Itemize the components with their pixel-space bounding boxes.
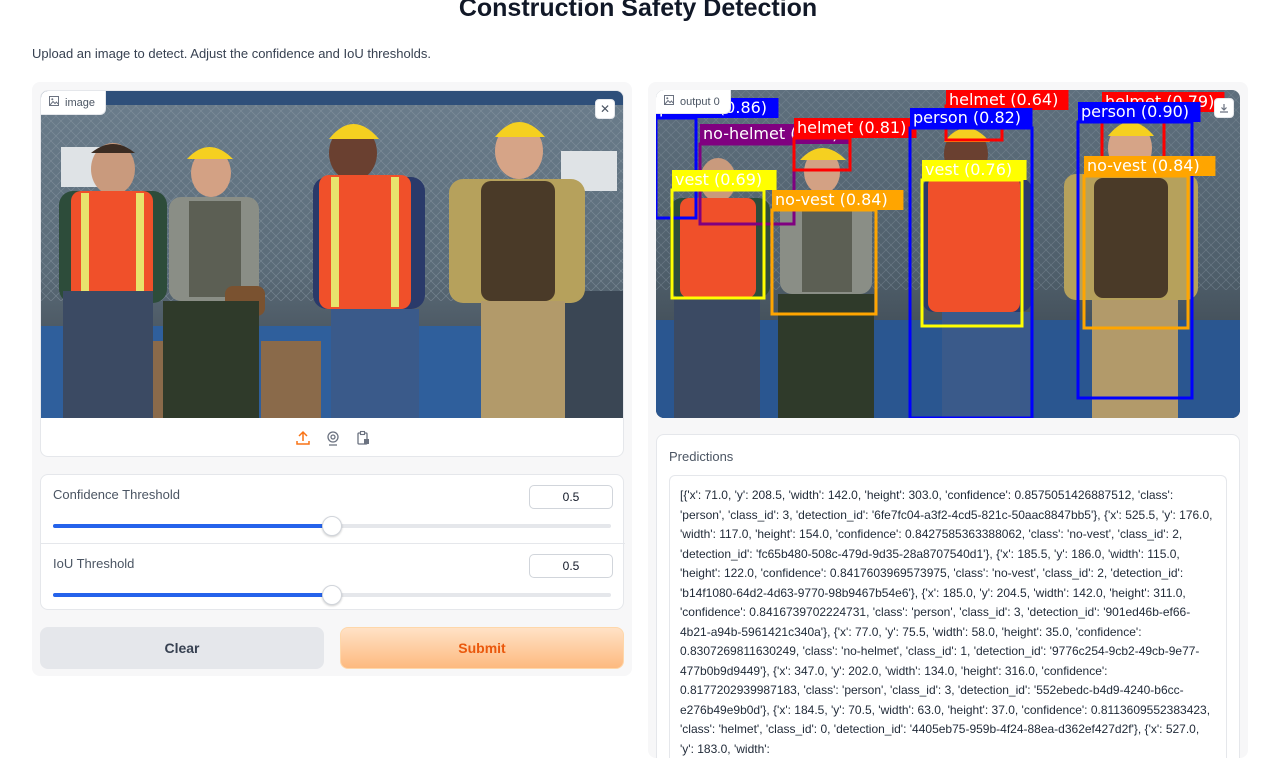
source-selector xyxy=(41,418,623,456)
output-panel: output 0 (0.86) no-helmet (0.83) helmet … xyxy=(648,82,1248,758)
output-image-label-text: output 0 xyxy=(680,95,720,108)
iou-fill xyxy=(53,593,332,597)
download-icon[interactable] xyxy=(1214,98,1234,118)
output-image-label: output 0 xyxy=(656,90,731,114)
iou-label: IoU Threshold xyxy=(53,556,135,571)
input-photo xyxy=(41,91,623,418)
iou-input[interactable]: 0.5 xyxy=(529,554,613,578)
page-title: Construction Safety Detection xyxy=(458,0,818,22)
detection-label: person (0.82) xyxy=(913,108,1021,127)
page-description: Upload an image to detect. Adjust the co… xyxy=(32,46,431,61)
detection-overlay: person (0.86)no-helmet (0.83)helmet (0.8… xyxy=(656,90,1240,418)
confidence-thumb[interactable] xyxy=(322,516,342,536)
clipboard-icon[interactable] xyxy=(354,429,372,447)
detection-label: no-vest (0.84) xyxy=(775,190,888,209)
iou-thumb[interactable] xyxy=(322,585,342,605)
detection-label: person (0.90) xyxy=(1081,102,1189,121)
image-input-label: image xyxy=(41,91,106,115)
detection-label: helmet (0.81) xyxy=(797,118,906,137)
close-icon[interactable]: ✕ xyxy=(595,99,615,119)
clear-button[interactable]: Clear xyxy=(40,627,324,669)
input-panel: image ✕ Confidence Threshold 0.5 IoU Thr… xyxy=(32,82,632,676)
confidence-slider: Confidence Threshold 0.5 xyxy=(41,475,625,543)
iou-track[interactable] xyxy=(53,585,611,605)
image-icon xyxy=(664,95,674,108)
predictions-textbox[interactable]: [{'x': 71.0, 'y': 208.5, 'width': 142.0,… xyxy=(669,475,1227,758)
app-page: Construction Safety Detection Upload an … xyxy=(0,0,1276,758)
detection-label: no-vest (0.84) xyxy=(1087,156,1200,175)
detection-label: vest (0.69) xyxy=(675,170,762,189)
image-icon xyxy=(49,96,59,109)
submit-button[interactable]: Submit xyxy=(340,627,624,669)
confidence-fill xyxy=(53,524,332,528)
predictions-label: Predictions xyxy=(669,449,734,464)
webcam-icon[interactable] xyxy=(324,429,342,447)
threshold-controls: Confidence Threshold 0.5 IoU Threshold 0… xyxy=(40,474,625,611)
confidence-track[interactable] xyxy=(53,516,611,536)
output-image: output 0 (0.86) no-helmet (0.83) helmet … xyxy=(656,90,1240,418)
detection-label: helmet (0.64) xyxy=(949,90,1058,109)
image-input-label-text: image xyxy=(65,96,95,109)
image-input[interactable]: image ✕ xyxy=(40,90,624,457)
confidence-label: Confidence Threshold xyxy=(53,487,180,502)
detection-label: vest (0.76) xyxy=(925,160,1012,179)
confidence-input[interactable]: 0.5 xyxy=(529,485,613,509)
predictions-output: Predictions [{'x': 71.0, 'y': 208.5, 'wi… xyxy=(656,434,1240,758)
upload-icon[interactable] xyxy=(294,429,312,447)
iou-slider: IoU Threshold 0.5 xyxy=(41,543,625,611)
